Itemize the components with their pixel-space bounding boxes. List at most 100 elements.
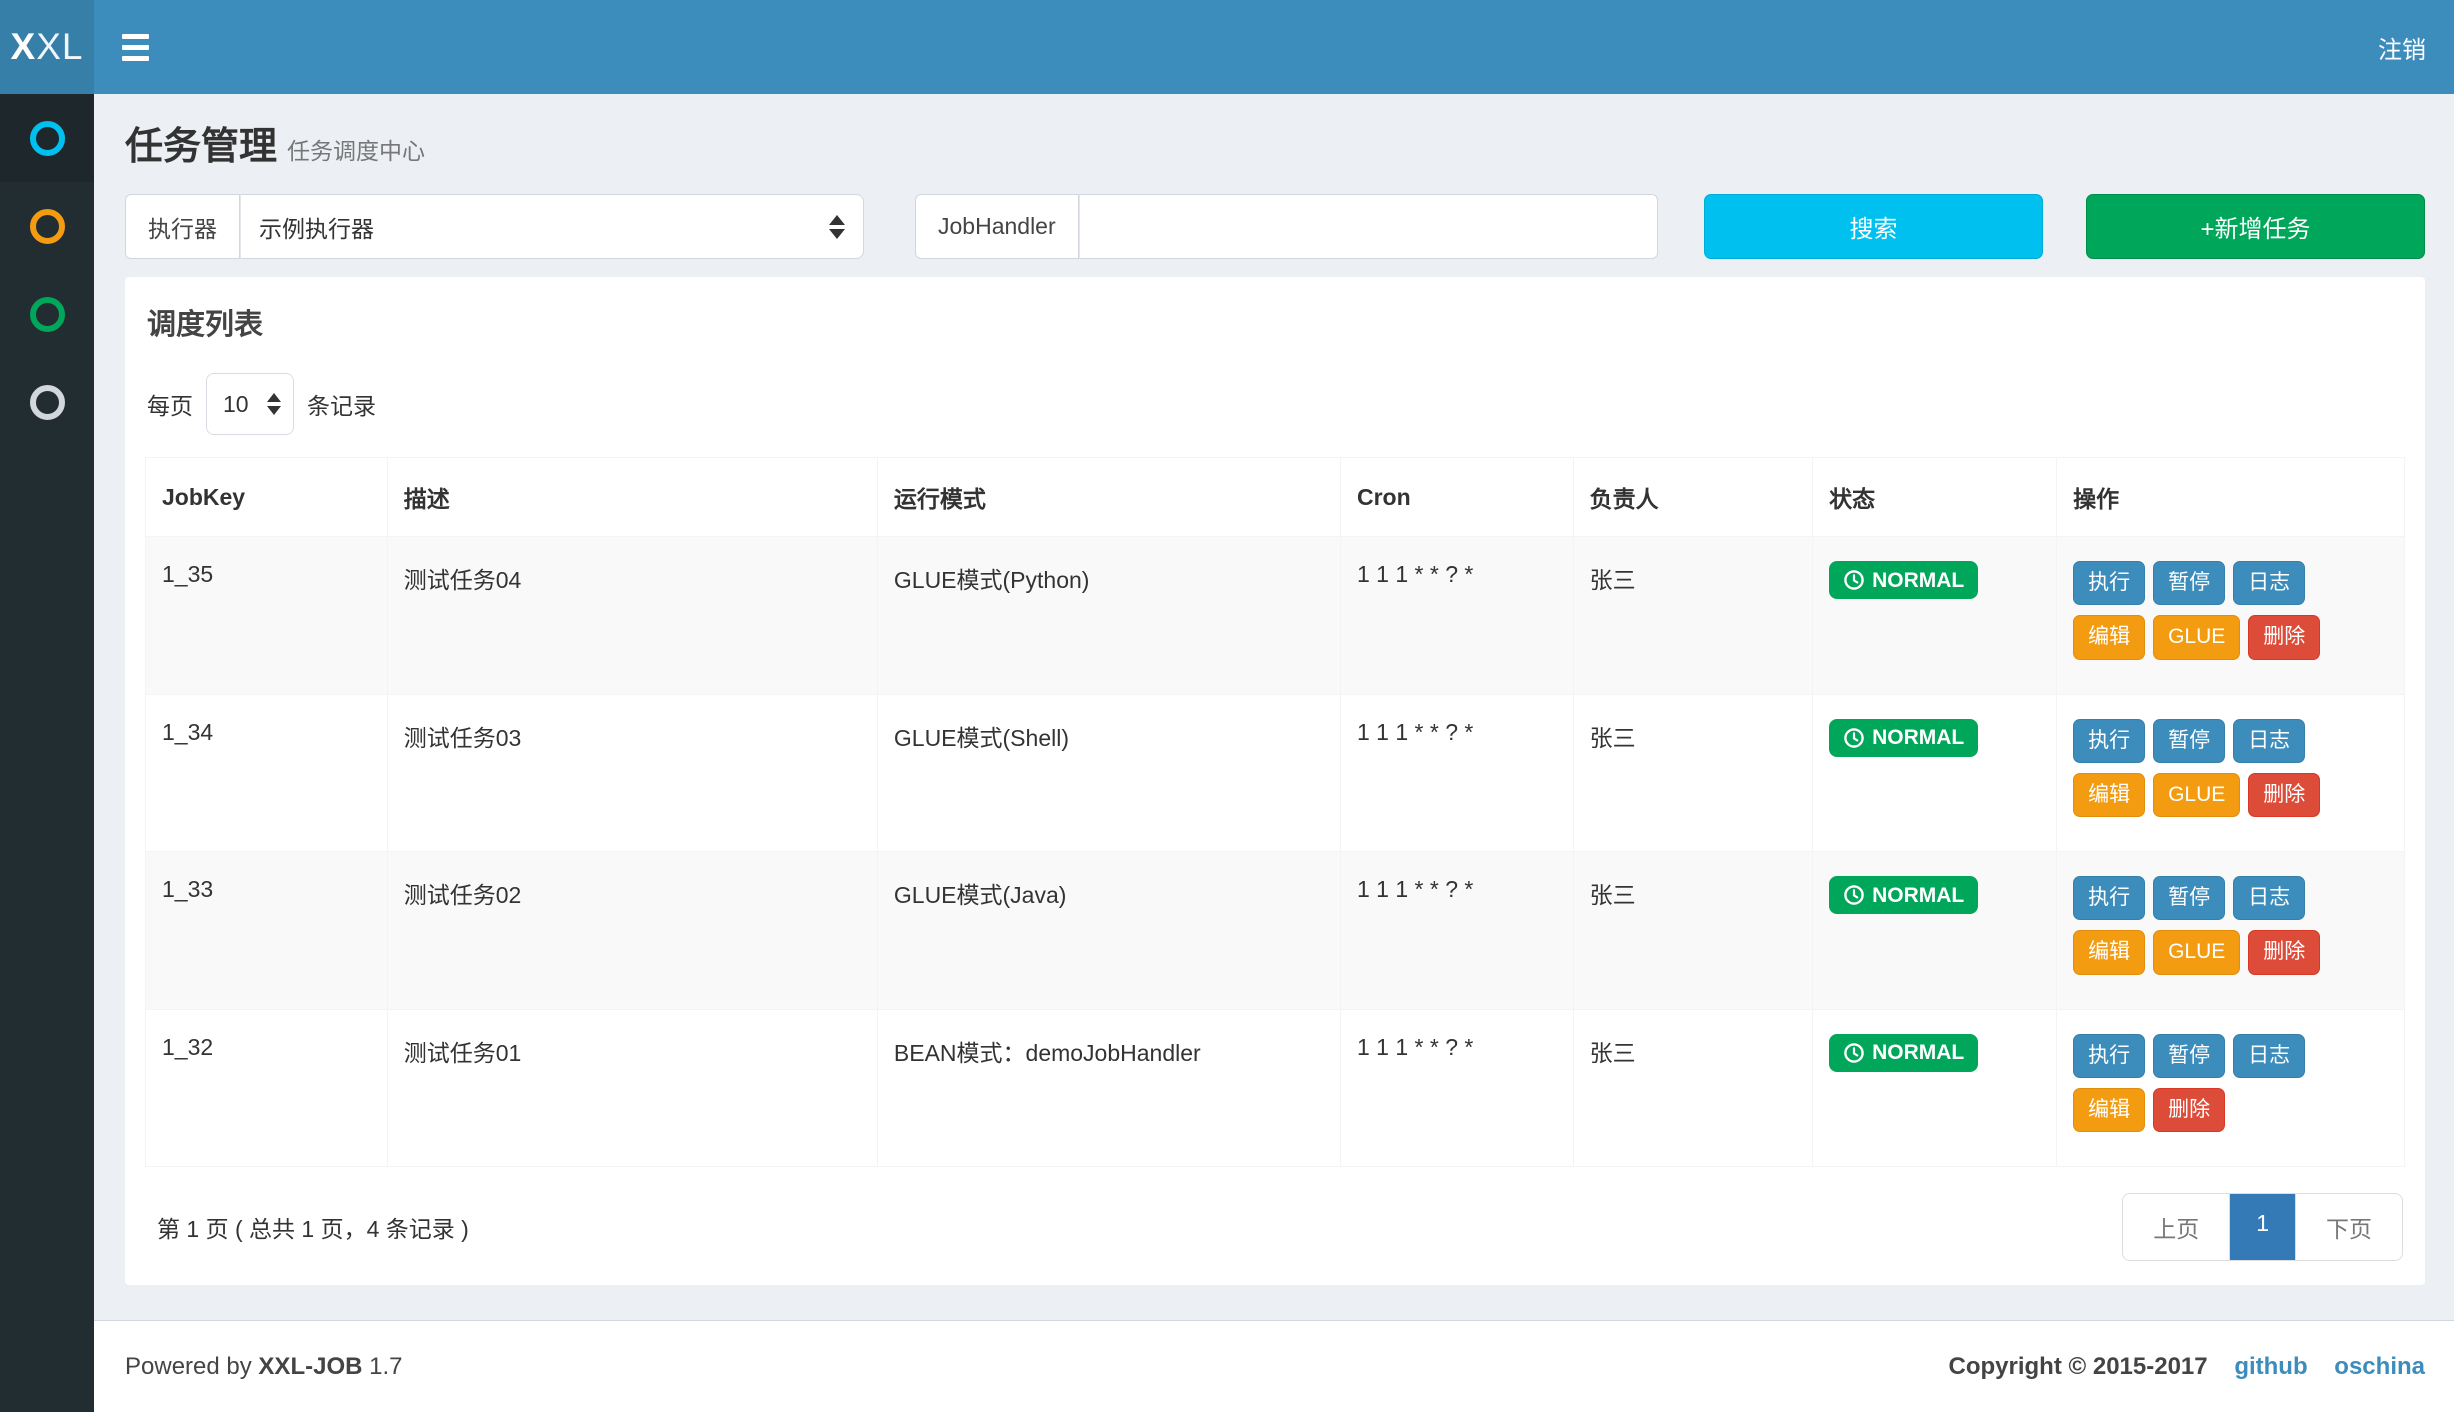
cell-status: NORMAL [1813, 694, 2057, 852]
status-badge: NORMAL [1829, 561, 1978, 599]
action-edit-button[interactable]: 编辑 [2073, 773, 2145, 817]
logout-link[interactable]: 注销 [2378, 30, 2426, 65]
cell-jobkey: 1_32 [146, 1009, 388, 1167]
action-delete-button[interactable]: 删除 [2248, 773, 2320, 817]
cell-status: NORMAL [1813, 1009, 2057, 1167]
cell-jobkey: 1_33 [146, 852, 388, 1010]
clock-icon [1843, 727, 1865, 749]
add-job-button[interactable]: +新增任务 [2086, 194, 2425, 259]
sidebar-item-3[interactable] [0, 270, 94, 358]
github-link[interactable]: github [2234, 1353, 2307, 1380]
schedule-panel: 调度列表 每页 10 条记录 JobKey描述运行模式Cron负责人状态操作 [125, 277, 2425, 1285]
clock-icon [1843, 1042, 1865, 1064]
cell-jobkey: 1_34 [146, 694, 388, 852]
action-edit-button[interactable]: 编辑 [2073, 930, 2145, 974]
pagination-next-button[interactable]: 下页 [2295, 1194, 2402, 1260]
action-glue-button[interactable]: GLUE [2153, 773, 2240, 817]
cell-run-mode: GLUE模式(Java) [877, 852, 1340, 1010]
column-header: JobKey [146, 458, 388, 537]
logo-light: XL [36, 26, 83, 68]
action-delete-button[interactable]: 删除 [2153, 1088, 2225, 1132]
action-pause-button[interactable]: 暂停 [2153, 1034, 2225, 1078]
copyright-text: Copyright © 2015-2017 [1949, 1353, 2208, 1380]
jobhandler-input[interactable] [1079, 194, 1658, 259]
column-header: 状态 [1813, 458, 2057, 537]
action-log-button[interactable]: 日志 [2233, 561, 2305, 605]
pagination-summary: 第 1 页 ( 总共 1 页，4 条记录 ) [157, 1210, 469, 1244]
footer: Powered by XXL-JOB 1.7 Copyright © 2015-… [94, 1320, 2454, 1412]
action-log-button[interactable]: 日志 [2233, 719, 2305, 763]
column-header: 描述 [387, 458, 877, 537]
content-area: 任务管理任务调度中心 执行器 示例执行器 JobHandler 搜索 +新增任务 [94, 94, 2454, 1320]
circle-icon [30, 209, 65, 244]
app-logo[interactable]: XXL [0, 0, 94, 94]
sidebar-item-2[interactable] [0, 182, 94, 270]
cell-description: 测试任务04 [387, 537, 877, 695]
action-glue-button[interactable]: GLUE [2153, 930, 2240, 974]
action-delete-button[interactable]: 删除 [2248, 615, 2320, 659]
per-page-value: 10 [223, 391, 249, 418]
action-pause-button[interactable]: 暂停 [2153, 719, 2225, 763]
cell-actions: 执行暂停日志编辑删除 [2057, 1009, 2405, 1167]
hamburger-icon [122, 34, 149, 39]
powered-by: Powered by XXL-JOB 1.7 [125, 1353, 402, 1381]
sidebar-item-1[interactable] [0, 94, 94, 182]
column-header: 运行模式 [877, 458, 1340, 537]
action-pause-button[interactable]: 暂停 [2153, 561, 2225, 605]
circle-icon [30, 297, 65, 332]
panel-title: 调度列表 [147, 301, 2405, 343]
action-trigger-button[interactable]: 执行 [2073, 1034, 2145, 1078]
executor-select[interactable]: 示例执行器 [240, 194, 864, 259]
cell-run-mode: GLUE模式(Python) [877, 537, 1340, 695]
sidebar-item-4[interactable] [0, 358, 94, 446]
navbar: XXL 注销 [0, 0, 2454, 94]
navbar-bar: 注销 [94, 0, 2454, 94]
cell-run-mode: GLUE模式(Shell) [877, 694, 1340, 852]
page-subtitle: 任务调度中心 [287, 138, 425, 164]
pagination-prev-button[interactable]: 上页 [2123, 1194, 2229, 1260]
cell-owner: 张三 [1573, 537, 1812, 695]
status-badge: NORMAL [1829, 1034, 1978, 1072]
column-header: 操作 [2057, 458, 2405, 537]
filter-row: 执行器 示例执行器 JobHandler 搜索 +新增任务 [94, 176, 2454, 259]
oschina-link[interactable]: oschina [2334, 1353, 2425, 1380]
product-name: XXL-JOB [258, 1353, 362, 1380]
action-log-button[interactable]: 日志 [2233, 876, 2305, 920]
cell-description: 测试任务01 [387, 1009, 877, 1167]
circle-icon [30, 385, 65, 420]
action-pause-button[interactable]: 暂停 [2153, 876, 2225, 920]
cell-cron: 1 1 1 * * ? * [1340, 694, 1573, 852]
cell-run-mode: BEAN模式：demoJobHandler [877, 1009, 1340, 1167]
pagination-current-page[interactable]: 1 [2229, 1194, 2295, 1260]
status-badge: NORMAL [1829, 876, 1978, 914]
action-edit-button[interactable]: 编辑 [2073, 1088, 2145, 1132]
action-trigger-button[interactable]: 执行 [2073, 719, 2145, 763]
jobs-table-head-row: JobKey描述运行模式Cron负责人状态操作 [146, 458, 2405, 537]
action-glue-button[interactable]: GLUE [2153, 615, 2240, 659]
executor-filter-group: 执行器 示例执行器 [125, 194, 864, 259]
clock-icon [1843, 569, 1865, 591]
jobhandler-label: JobHandler [915, 194, 1079, 259]
page-title: 任务管理任务调度中心 [125, 122, 2425, 176]
per-page-select[interactable]: 10 [206, 373, 294, 435]
jobs-table-body: 1_35测试任务04GLUE模式(Python)1 1 1 * * ? *张三N… [146, 537, 2405, 1167]
column-header: Cron [1340, 458, 1573, 537]
cell-cron: 1 1 1 * * ? * [1340, 1009, 1573, 1167]
sidebar [0, 94, 94, 1412]
per-page-suffix: 条记录 [307, 387, 376, 421]
cell-jobkey: 1_35 [146, 537, 388, 695]
footer-links: Copyright © 2015-2017 github oschina [1949, 1353, 2425, 1381]
per-page-control: 每页 10 条记录 [147, 373, 2405, 435]
action-edit-button[interactable]: 编辑 [2073, 615, 2145, 659]
content-header: 任务管理任务调度中心 [94, 94, 2454, 176]
select-arrows-icon [829, 215, 845, 239]
search-button[interactable]: 搜索 [1704, 194, 2043, 259]
action-trigger-button[interactable]: 执行 [2073, 561, 2145, 605]
action-log-button[interactable]: 日志 [2233, 1034, 2305, 1078]
action-delete-button[interactable]: 删除 [2248, 930, 2320, 974]
action-trigger-button[interactable]: 执行 [2073, 876, 2145, 920]
per-page-prefix: 每页 [147, 387, 193, 421]
status-badge: NORMAL [1829, 719, 1978, 757]
sidebar-toggle-button[interactable] [122, 34, 149, 61]
select-arrows-icon [267, 393, 281, 415]
